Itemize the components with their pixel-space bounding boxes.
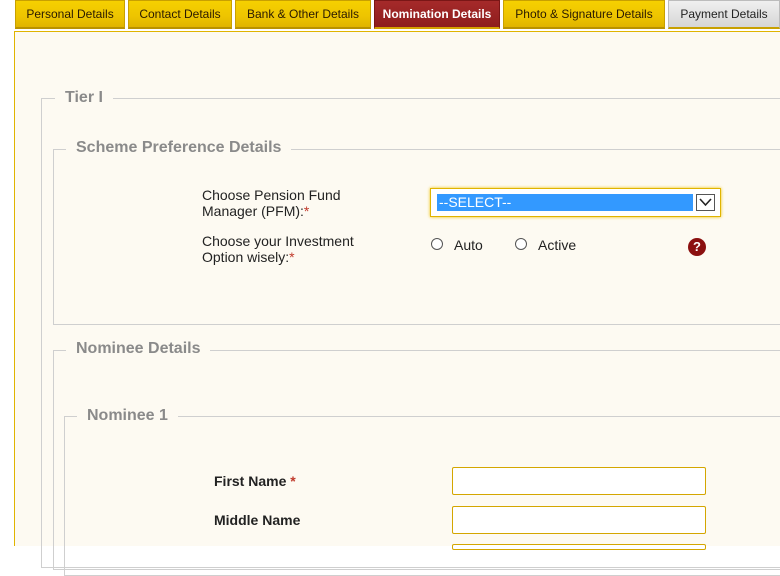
required-mark: * <box>289 249 295 265</box>
tab-contact-details[interactable]: Contact Details <box>128 0 232 29</box>
tier-legend: Tier I <box>55 89 113 107</box>
help-icon[interactable]: ? <box>688 238 706 256</box>
auto-radio[interactable] <box>431 238 443 250</box>
first-name-input[interactable] <box>452 467 706 495</box>
investment-option-label: Choose your Investment Option wisely:* <box>202 233 354 265</box>
tab-personal-details[interactable]: Personal Details <box>15 0 125 29</box>
tab-payment-details[interactable]: Payment Details <box>668 0 780 29</box>
tab-bank-other-details[interactable]: Bank & Other Details <box>235 0 371 29</box>
investment-label-line2: Option wisely: <box>202 249 290 265</box>
middle-name-input[interactable] <box>452 506 706 534</box>
scheme-fieldset <box>53 149 780 325</box>
tab-photo-signature-details[interactable]: Photo & Signature Details <box>503 0 665 29</box>
auto-radio-label: Auto <box>454 237 483 253</box>
pfm-label-line2: Manager (PFM): <box>202 203 304 219</box>
tab-bar: Personal Details Contact Details Bank & … <box>0 0 780 31</box>
active-radio-label: Active <box>538 237 577 253</box>
pfm-selected-value: --SELECT-- <box>437 194 693 211</box>
middle-name-label: Middle Name <box>214 512 301 528</box>
first-name-label: First Name * <box>214 473 296 489</box>
nominee-details-legend: Nominee Details <box>66 340 211 358</box>
active-radio[interactable] <box>515 238 527 250</box>
chevron-down-icon[interactable] <box>696 194 715 211</box>
nominee1-legend: Nominee 1 <box>77 407 178 425</box>
first-name-label-text: First Name <box>214 473 287 489</box>
pfm-label: Choose Pension Fund Manager (PFM):* <box>202 187 341 219</box>
last-name-input-partial[interactable] <box>452 544 706 550</box>
required-mark: * <box>303 203 310 219</box>
investment-label-line1: Choose your Investment <box>202 233 354 249</box>
tab-nomination-details[interactable]: Nomination Details <box>374 0 500 29</box>
pfm-label-line1: Choose Pension Fund <box>202 187 341 203</box>
nominee1-fieldset <box>64 416 780 576</box>
required-mark: * <box>290 473 296 489</box>
pfm-select[interactable]: --SELECT-- <box>430 188 721 217</box>
scheme-legend: Scheme Preference Details <box>66 139 292 157</box>
